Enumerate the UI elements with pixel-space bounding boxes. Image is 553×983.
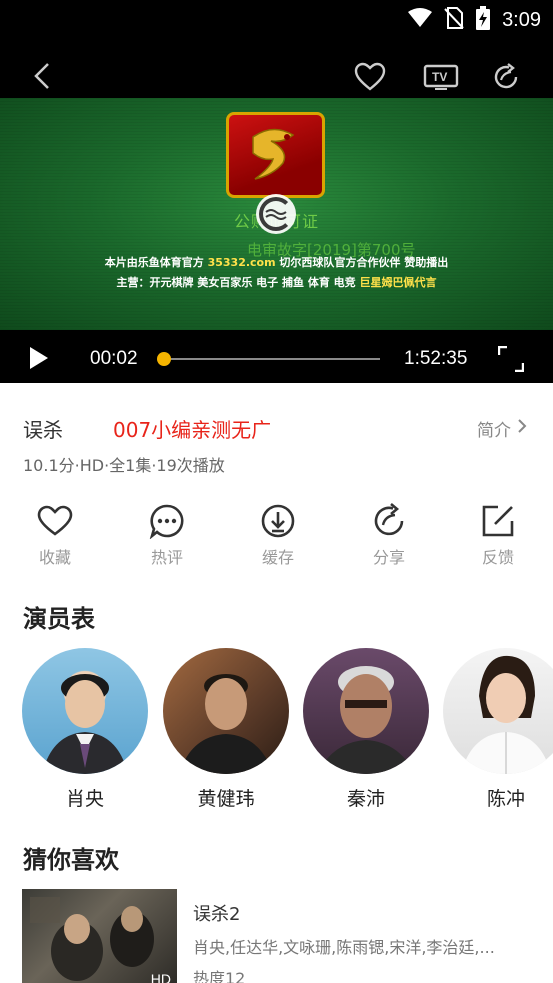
recommend-hot: 热度12 xyxy=(193,969,246,983)
cast-list[interactable]: 肖央 黄健玮 秦沛 陈冲 xyxy=(0,648,553,818)
action-row: 收藏 热评 缓存 分享 反馈 xyxy=(0,502,553,572)
cast-section-title: 演员表 xyxy=(23,605,95,633)
action-download[interactable]: 缓存 xyxy=(243,502,313,568)
seek-handle[interactable] xyxy=(157,352,171,366)
total-duration: 1:52:35 xyxy=(404,348,468,369)
svg-text:TV: TV xyxy=(432,70,447,84)
recommend-title: 误杀2 xyxy=(193,904,241,925)
action-label: 缓存 xyxy=(261,548,294,567)
tv-cast-icon[interactable]: TV xyxy=(423,64,459,94)
action-comment[interactable]: 热评 xyxy=(132,502,202,568)
share-icon xyxy=(354,502,424,540)
recommend-cast: 肖央,任达华,文咏珊,陈雨锶,宋洋,李治廷,... xyxy=(193,938,495,957)
action-feedback[interactable]: 反馈 xyxy=(463,502,533,568)
actor-avatar xyxy=(163,648,289,774)
actor-avatar xyxy=(22,648,148,774)
current-time: 00:02 xyxy=(90,348,138,369)
action-label: 分享 xyxy=(372,548,405,567)
player-toolbar: TV xyxy=(0,54,553,98)
play-icon[interactable] xyxy=(29,346,49,374)
actor-card[interactable]: 秦沛 xyxy=(303,648,429,811)
back-icon[interactable] xyxy=(28,60,56,92)
hd-badge: HD xyxy=(150,971,171,983)
actor-name: 陈冲 xyxy=(486,788,525,810)
actor-avatar xyxy=(443,648,553,774)
phone-screen: 3:09 TV 公购证可证 电审故字[2019]第700号 本片由乐鱼体 xyxy=(0,0,553,983)
caption-highlight: 巨星姆巴佩代言 xyxy=(359,276,437,289)
feedback-icon xyxy=(463,502,533,540)
actor-card[interactable]: 黄健玮 xyxy=(163,648,289,811)
action-share[interactable]: 分享 xyxy=(354,502,424,568)
action-label: 反馈 xyxy=(481,548,514,567)
wifi-icon xyxy=(408,8,433,32)
intro-label: 简介 xyxy=(477,421,511,441)
dragon-logo-icon xyxy=(226,112,325,198)
action-label: 收藏 xyxy=(38,548,71,567)
video-frame[interactable]: 公购证可证 电审故字[2019]第700号 本片由乐鱼体育官方 35332.co… xyxy=(0,98,553,330)
promo-text: 007小编亲测无广 xyxy=(113,418,272,442)
player-controls: 00:02 1:52:35 xyxy=(0,330,553,383)
video-caption-2: 主营：开元棋牌 美女百家乐 电子 捕鱼 体育 电竞 巨星姆巴佩代言 xyxy=(116,276,437,289)
intro-link[interactable]: 简介 xyxy=(477,416,527,441)
status-time: 3:09 xyxy=(502,8,541,31)
recommend-poster: HD xyxy=(22,889,177,983)
seek-bar[interactable] xyxy=(164,358,380,360)
actor-name: 肖央 xyxy=(65,788,104,810)
battery-charging-icon xyxy=(476,6,491,34)
heart-icon xyxy=(20,502,90,540)
favorite-heart-icon[interactable] xyxy=(354,62,386,96)
video-caption-1: 本片由乐鱼体育官方 35332.com 切尔西球队官方合作伙伴 赞助播出 xyxy=(104,256,449,269)
download-icon xyxy=(243,502,313,540)
comment-icon xyxy=(132,502,202,540)
video-meta: 10.1分·HD·全1集·19次播放 xyxy=(23,456,225,475)
chevron-right-icon xyxy=(517,418,527,439)
loading-spinner-icon xyxy=(256,194,296,234)
recommend-section-title: 猜你喜欢 xyxy=(23,846,119,874)
actor-card[interactable]: 肖央 xyxy=(22,648,148,811)
video-title: 误杀 xyxy=(23,418,63,442)
action-favorite[interactable]: 收藏 xyxy=(20,502,90,568)
actor-name: 秦沛 xyxy=(346,788,385,810)
action-label: 热评 xyxy=(150,548,183,567)
fullscreen-icon[interactable] xyxy=(497,345,525,376)
share-icon[interactable] xyxy=(491,62,521,96)
status-bar: 3:09 xyxy=(408,6,541,34)
no-sim-icon xyxy=(444,7,464,33)
recommend-item[interactable]: HD 误杀2 肖央,任达华,文咏珊,陈雨锶,宋洋,李治廷,... 热度12 xyxy=(22,889,542,983)
actor-avatar xyxy=(303,648,429,774)
actor-card[interactable]: 陈冲 xyxy=(443,648,553,811)
caption-url: 35332.com xyxy=(207,256,276,269)
actor-name: 黄健玮 xyxy=(197,788,255,810)
